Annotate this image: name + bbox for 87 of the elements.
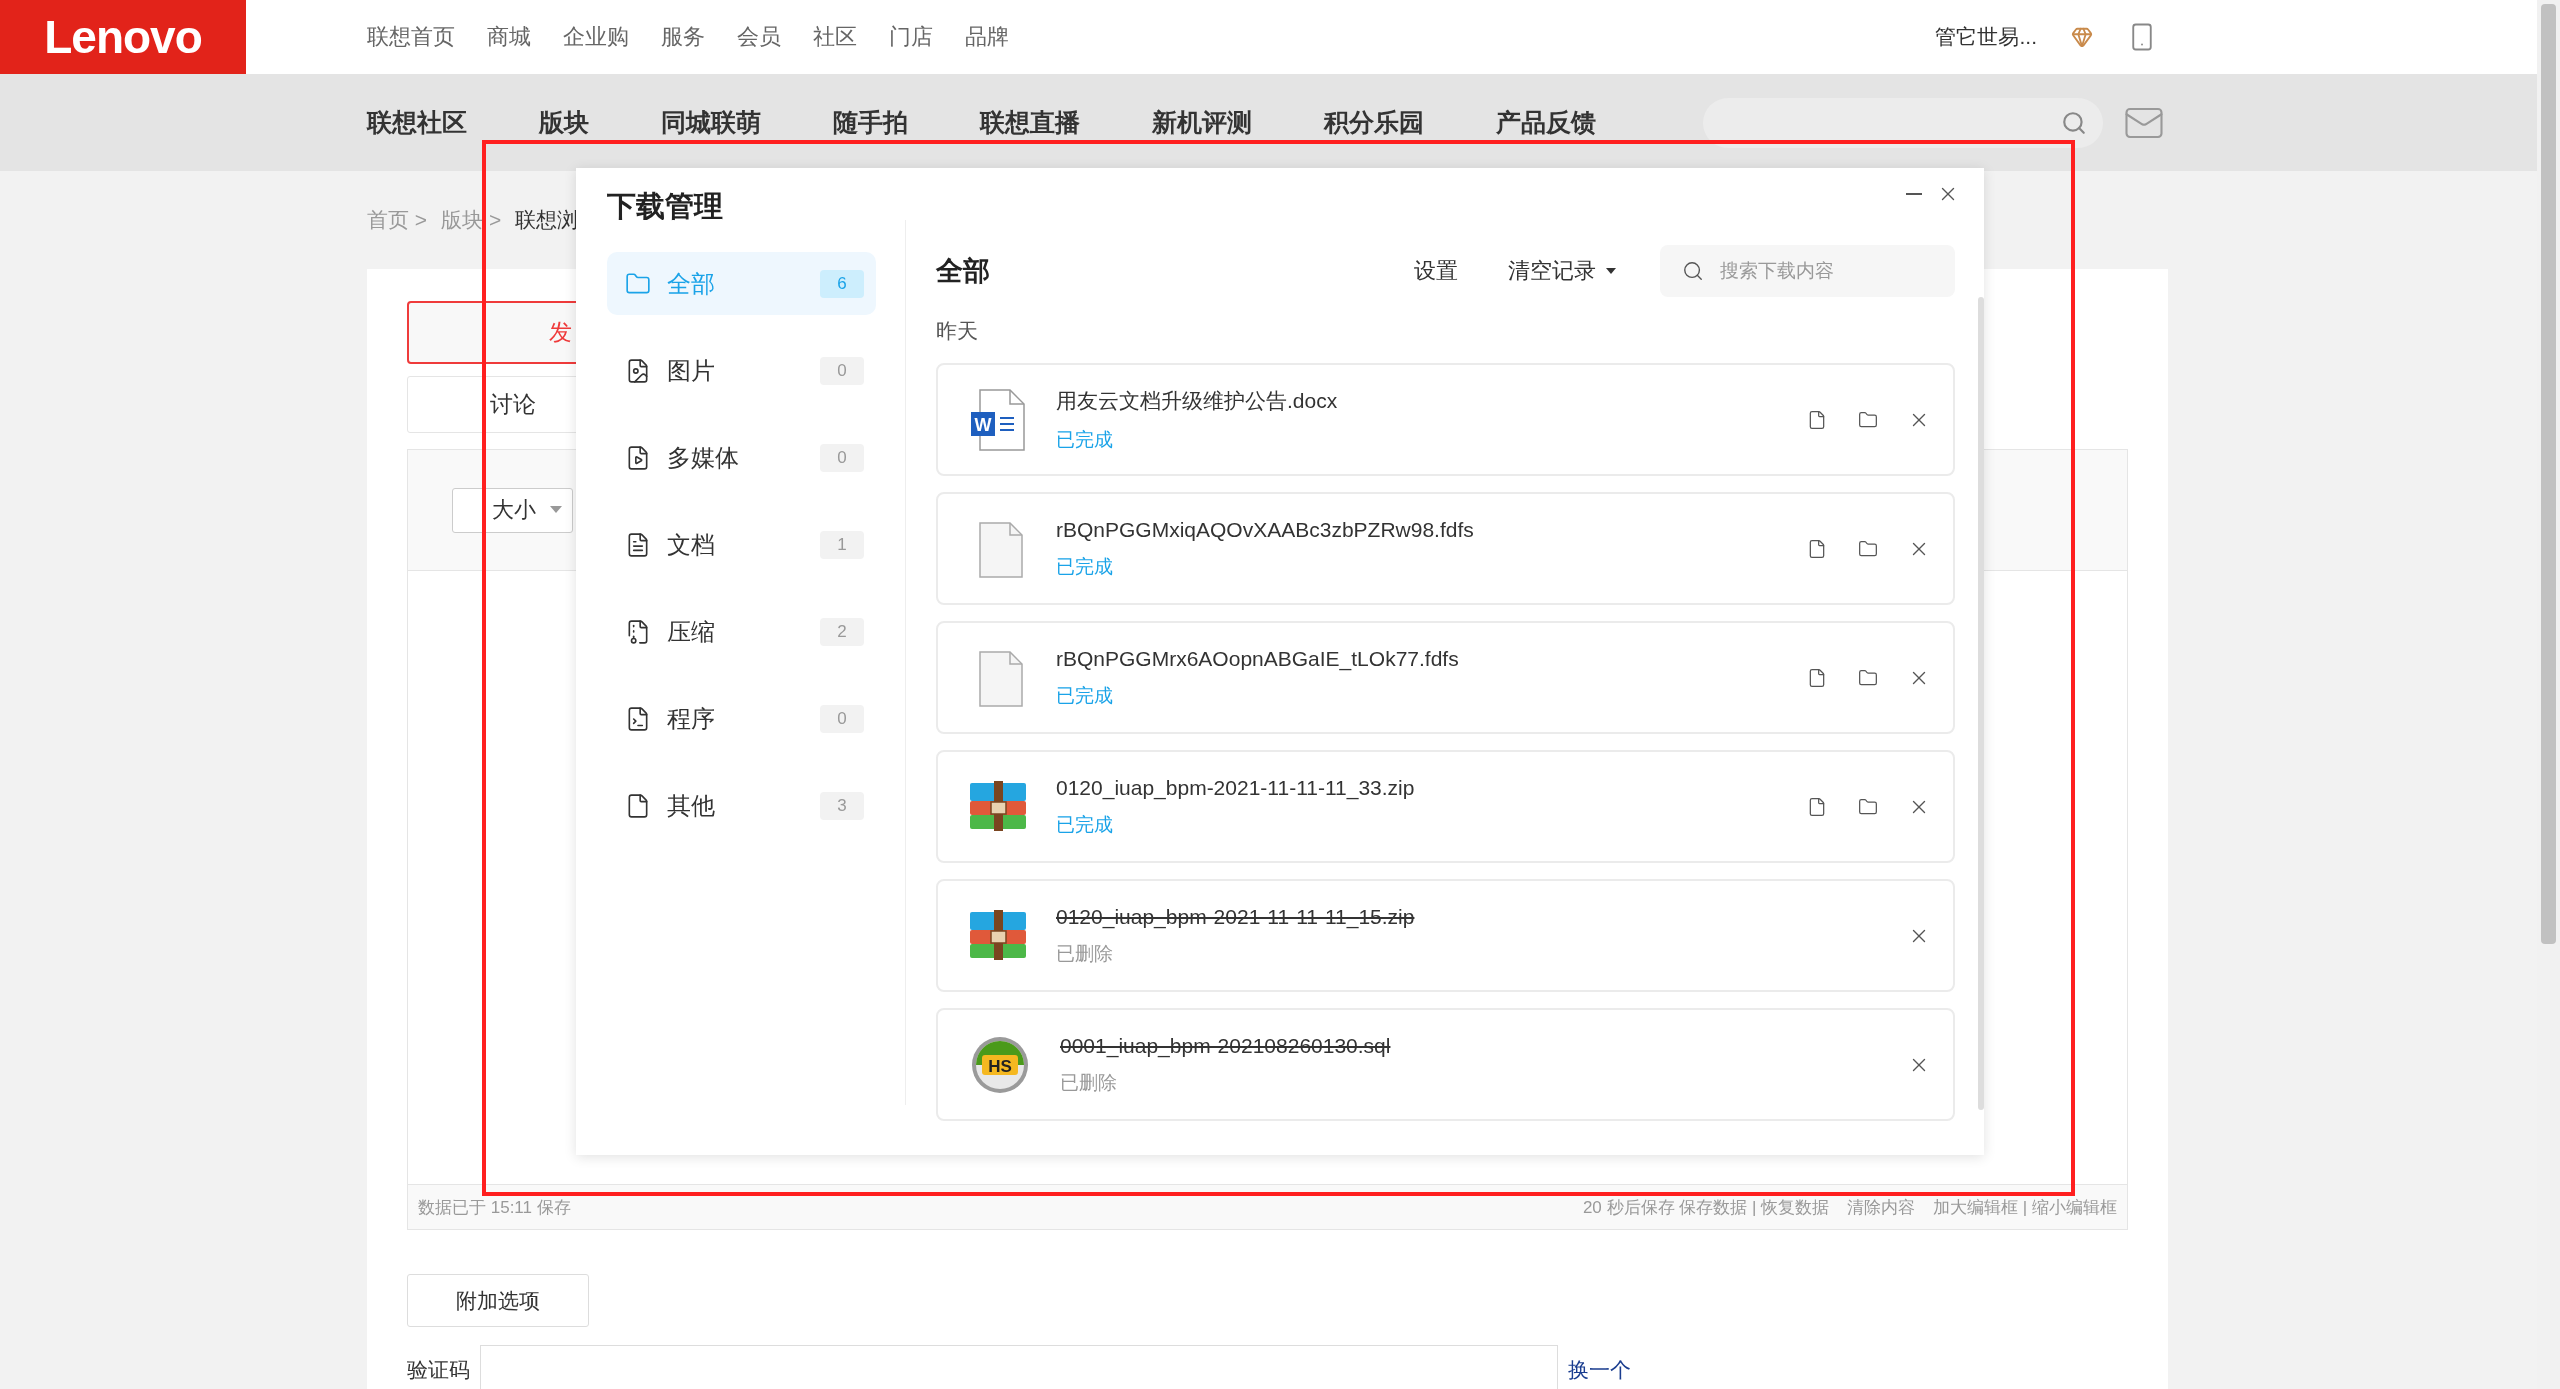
community-nav-item[interactable]: 随手拍 — [833, 106, 908, 139]
file-icon — [1807, 538, 1827, 559]
download-search-field[interactable]: 搜索下载内容 — [1660, 245, 1955, 297]
top-nav-link[interactable]: 社区 — [813, 22, 857, 52]
category-label: 全部 — [667, 268, 715, 299]
category-item[interactable]: 其他 3 — [607, 774, 876, 837]
count-badge: 6 — [820, 269, 864, 298]
database-tool-icon: HS — [970, 1034, 1030, 1095]
community-nav-item[interactable]: 联想社区 — [367, 106, 467, 139]
community-nav-item[interactable]: 新机评测 — [1152, 106, 1252, 139]
user-name[interactable]: 管它世易... — [1935, 23, 2037, 51]
download-card[interactable]: 0120_iuap_bpm-2021-11-11-11_33.zip 已完成 — [936, 750, 1955, 863]
count-badge: 1 — [820, 530, 864, 559]
folder-icon — [1858, 409, 1878, 430]
dialog-title: 下载管理 — [607, 188, 723, 224]
download-status: 已删除 — [1060, 1070, 1118, 1095]
clear-history-button[interactable]: 清空记录 — [1508, 256, 1616, 286]
category-label: 程序 — [667, 703, 715, 734]
top-nav-link[interactable]: 会员 — [737, 22, 781, 52]
top-nav-link[interactable]: 门店 — [889, 22, 933, 52]
download-card[interactable]: rBQnPGGMrx6AOopnABGaIE_tLOk77.fdfs 已完成 — [936, 621, 1955, 734]
caret-icon — [1606, 268, 1616, 274]
file-name: 0001_iuap_bpm-202108260130.sql — [1060, 1033, 1391, 1058]
community-nav-item[interactable]: 联想直播 — [980, 106, 1080, 139]
folder-icon — [1858, 796, 1878, 817]
search-icon — [1682, 260, 1704, 282]
file-icon — [1807, 796, 1827, 817]
category-item[interactable]: 多媒体 0 — [607, 426, 876, 489]
top-nav-link[interactable]: 品牌 — [965, 22, 1009, 52]
date-group-label: 昨天 — [936, 318, 979, 344]
download-status: 已完成 — [1056, 427, 1114, 452]
category-label: 其他 — [667, 790, 715, 821]
category-label: 多媒体 — [667, 442, 739, 473]
breadcrumb-link[interactable]: 联想浏 — [515, 206, 579, 234]
download-card[interactable]: HS 0001_iuap_bpm-202108260130.sql 已删除 — [936, 1008, 1955, 1121]
download-status: 已完成 — [1056, 812, 1114, 837]
category-item[interactable]: 文档 1 — [607, 513, 876, 576]
top-nav-link[interactable]: 服务 — [661, 22, 705, 52]
folder-icon — [1858, 667, 1878, 688]
extra-options-button[interactable]: 附加选项 — [407, 1274, 589, 1327]
gem-icon[interactable] — [2071, 26, 2093, 48]
count-badge: 3 — [820, 791, 864, 820]
scrollbar-thumb[interactable] — [2541, 4, 2556, 944]
minus-icon — [1906, 193, 1922, 195]
download-card[interactable]: 0120_iuap_bpm-2021-11-11-11_15.zip 已删除 — [936, 879, 1955, 992]
category-item[interactable]: 程序 0 — [607, 687, 876, 750]
category-item[interactable]: 图片 0 — [607, 339, 876, 402]
panel-heading: 全部 — [936, 255, 990, 288]
category-item[interactable]: 压缩 2 — [607, 600, 876, 663]
dialog-scrollbar[interactable] — [1978, 297, 1984, 1110]
top-nav-link[interactable]: 企业购 — [563, 22, 629, 52]
file-icon — [1807, 667, 1827, 688]
file-name: rBQnPGGMrx6AOopnABGaIE_tLOk77.fdfs — [1056, 646, 1459, 671]
community-nav-item[interactable]: 积分乐园 — [1324, 106, 1424, 139]
category-label: 压缩 — [667, 616, 715, 647]
download-status: 已删除 — [1056, 941, 1114, 966]
download-status: 已完成 — [1056, 554, 1114, 579]
community-nav-item[interactable]: 同城联萌 — [661, 106, 761, 139]
community-nav-item[interactable]: 产品反馈 — [1496, 106, 1596, 139]
captcha-label: 验证码 — [407, 1357, 470, 1383]
category-label: 图片 — [667, 355, 715, 386]
count-badge: 2 — [820, 617, 864, 646]
count-badge: 0 — [820, 704, 864, 733]
folder-icon — [1858, 538, 1878, 559]
site-search-field[interactable] — [1703, 97, 2103, 148]
save-status: 数据已于 15:11 保存 — [418, 1196, 571, 1219]
download-card[interactable]: W 用友云文档升级维护公告.docx 已完成 — [936, 363, 1955, 476]
file-name: 0120_iuap_bpm-2021-11-11-11_33.zip — [1056, 775, 1415, 800]
community-nav-item[interactable]: 版块 — [539, 106, 589, 139]
captcha-field[interactable] — [480, 1345, 1558, 1389]
count-badge: 0 — [820, 356, 864, 385]
font-size-select[interactable]: 大小 — [452, 487, 573, 533]
refresh-captcha-link[interactable]: 换一个 — [1568, 1356, 1631, 1384]
settings-button[interactable]: 设置 — [1414, 256, 1458, 286]
count-badge: 0 — [820, 443, 864, 472]
top-nav-link[interactable]: 联想首页 — [367, 22, 455, 52]
download-status: 已完成 — [1056, 683, 1114, 708]
download-card[interactable]: rBQnPGGMxiqAQOvXAABc3zbPZRw98.fdfs 已完成 — [936, 492, 1955, 605]
file-name: 用友云文档升级维护公告.docx — [1056, 387, 1338, 414]
search-icon — [2061, 109, 2087, 136]
file-icon — [1807, 409, 1827, 430]
file-name: 0120_iuap_bpm-2021-11-11-11_15.zip — [1056, 904, 1415, 929]
category-label: 文档 — [667, 529, 715, 560]
top-nav-link[interactable]: 商城 — [487, 22, 531, 52]
caret-icon — [550, 506, 562, 514]
lenovo-logo[interactable]: Lenovo — [0, 0, 246, 74]
file-name: rBQnPGGMxiqAQOvXAABc3zbPZRw98.fdfs — [1056, 517, 1474, 542]
